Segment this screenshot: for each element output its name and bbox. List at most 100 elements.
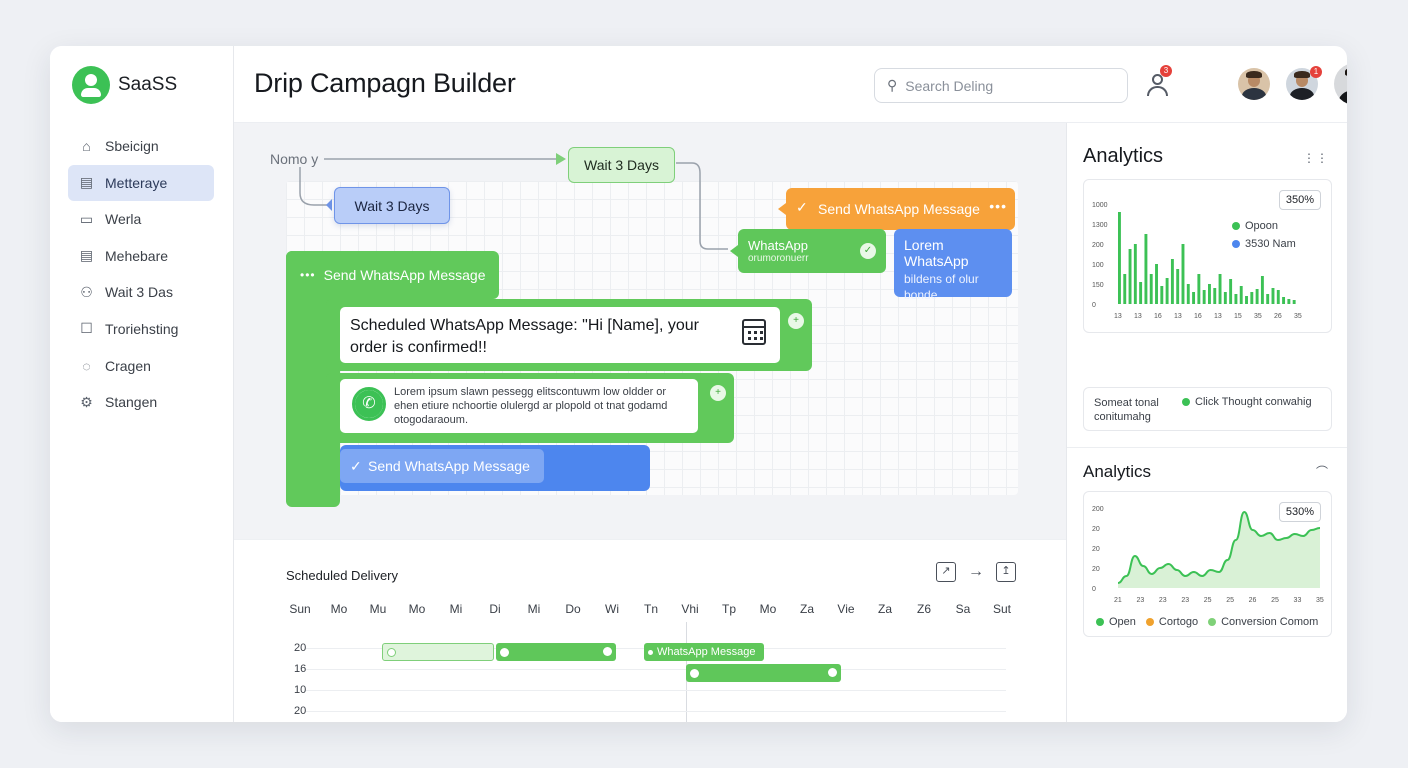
bar-mark (1186, 284, 1190, 304)
bar-mark (1181, 244, 1185, 304)
bar-mark (1218, 274, 1222, 304)
sidebar-item-metteraye[interactable]: ▤ Metteraye (68, 164, 214, 201)
avatar-shirt (1289, 88, 1315, 100)
node-label: Send WhatsApp Message (818, 201, 980, 217)
avatar-shirt (1339, 89, 1347, 105)
legend-swatch (1182, 398, 1190, 406)
app-window: SaaSS ⌂ Sbeicign ▤ Metteraye ▭ Werla ▤ M… (50, 46, 1347, 722)
sidebar-item-wait[interactable]: ⚇ Wait 3 Das (68, 274, 214, 310)
more-icon[interactable]: ••• (989, 198, 1007, 214)
search-input[interactable] (905, 77, 1106, 94)
bar-mark (1245, 296, 1248, 304)
bar-mark (1176, 269, 1180, 304)
x-tick-label: 33 (1294, 597, 1302, 604)
day-label: Do (565, 602, 581, 616)
day-label: Di (489, 602, 501, 616)
row-divider (306, 690, 1006, 691)
add-icon[interactable]: + (788, 313, 804, 329)
node-title: Lorem WhatsApp (904, 237, 969, 269)
day-label: Vie (837, 602, 855, 616)
sidebar-item-cragen[interactable]: ◌ Cragen (68, 348, 214, 384)
bar-handle-icon (387, 647, 396, 657)
drag-handle-icon[interactable]: ••• (300, 268, 316, 282)
brand[interactable]: SaaSS (72, 66, 177, 104)
schedule-bar[interactable] (382, 643, 494, 661)
bar-mark (1208, 284, 1211, 304)
user-menu-button[interactable]: 3 (1144, 65, 1172, 99)
day-label: Sut (992, 602, 1012, 616)
sidebar-nav: ⌂ Sbeicign ▤ Metteraye ▭ Werla ▤ Mehebar… (68, 128, 214, 421)
x-tick-label: 35 (1294, 313, 1302, 320)
sidebar-item-label: Wait 3 Das (105, 284, 173, 301)
node-label: Send WhatsApp Message (368, 458, 530, 474)
current-user-avatar[interactable] (1334, 63, 1347, 105)
bar-mark (1213, 288, 1217, 304)
bar-mark (1123, 274, 1127, 304)
add-icon[interactable]: + (710, 385, 726, 401)
section-title: Scheduled Delivery (286, 568, 399, 583)
legend-item: Conversion Comom (1208, 616, 1318, 628)
avatar-hair (1246, 71, 1262, 79)
scheduled-message-node[interactable]: Scheduled WhatsApp Message: "Hi [Name], … (326, 299, 812, 371)
arrow-right-icon[interactable]: → (968, 562, 984, 582)
sidebar-item-troriehsting[interactable]: ☐ Troriehsting (68, 311, 214, 347)
y-tick-label: 20 (1092, 546, 1100, 553)
more-icon[interactable]: ⋮⋮ (1303, 151, 1329, 165)
day-header: Sun Mo Mu Mo Mi Di Mi Do Wi Tn Vhi Tp Mo Za Vie Za Z6 Sa S… (286, 602, 1011, 618)
wait-node-left[interactable]: Wait 3 Days (334, 187, 450, 224)
y-tick-label: 1000 (1092, 202, 1108, 209)
bar-mark (1160, 286, 1164, 304)
x-tick-label: 35 (1316, 597, 1324, 604)
avatar[interactable] (1238, 68, 1270, 100)
wait-node-top[interactable]: Wait 3 Days (568, 147, 675, 183)
analytics-title-secondary: Analytics (1083, 462, 1152, 481)
schedule-bar-whatsapp[interactable]: WhatsApp Message (644, 643, 764, 661)
avatar-shirt (1241, 88, 1267, 100)
bar-mark (1139, 282, 1143, 304)
bar-label: WhatsApp Message (657, 646, 756, 658)
send-whatsapp-node-blue[interactable]: ✓ Send WhatsApp Message (340, 445, 650, 491)
day-label: Za (877, 602, 893, 616)
bar-mark (1128, 249, 1132, 304)
bar-handle-icon (603, 647, 612, 656)
analytics-title: Analytics (1083, 145, 1164, 167)
analytics-area-card: 530% 200 20 20 20 0 21 23 23 23 25 25 26 25 33 35 Open… (1083, 491, 1332, 637)
send-whatsapp-node-main[interactable]: ••• Send WhatsApp Message (286, 251, 499, 299)
day-label: Mi (527, 602, 541, 616)
send-whatsapp-node-orange[interactable]: ✓ Send WhatsApp Message ••• (786, 188, 1015, 230)
check-icon: ✓ (796, 199, 808, 215)
x-tick-label: 13 (1134, 313, 1142, 320)
bar-mark (1202, 290, 1206, 304)
sidebar-item-werla[interactable]: ▭ Werla (68, 201, 214, 237)
stats-card: Someat tonal conitumahg Click Thought co… (1083, 387, 1332, 431)
y-tick-label: 1300 (1092, 222, 1108, 229)
bar-mark (1292, 300, 1296, 304)
flow-canvas[interactable]: Nomo y Wait 3 Days Wait 3 Days ✓ Send Wh… (234, 123, 1066, 539)
settings-icon: ⚙ (80, 393, 93, 410)
lorem-whatsapp-node[interactable]: Lorem WhatsApp bildens of olur bonde (894, 229, 1012, 302)
search-box[interactable]: ⚲ (874, 68, 1128, 103)
sidebar-item-stangen[interactable]: ⚙ Stangen (68, 384, 214, 420)
schedule-bar[interactable] (686, 664, 841, 682)
y-tick-label: 200 (1092, 506, 1104, 513)
search-icon: ⚲ (887, 77, 898, 93)
calendar-icon[interactable] (742, 319, 766, 345)
x-tick-label: 25 (1226, 597, 1234, 604)
schedule-bar[interactable] (496, 643, 616, 661)
x-tick-label: 16 (1194, 313, 1202, 320)
x-tick-label: 15 (1234, 313, 1242, 320)
x-tick-label: 21 (1114, 597, 1122, 604)
export-icon[interactable]: ↥ (996, 562, 1016, 582)
section-divider (1067, 447, 1347, 448)
external-link-icon[interactable]: ↗ (936, 562, 956, 582)
send-whatsapp-button[interactable]: ✓ Send WhatsApp Message (340, 449, 544, 483)
whatsapp-message-node[interactable]: Lorem ipsum slawn pessegg elitscontuwm l… (326, 373, 734, 443)
sidebar-item-sbeicign[interactable]: ⌂ Sbeicign (68, 128, 214, 164)
sidebar-item-label: Werla (105, 211, 142, 228)
gauge-icon[interactable]: ⌒ (1316, 463, 1329, 480)
bar-mark (1133, 244, 1137, 304)
day-label: Mo (408, 602, 426, 616)
whatsapp-node-small[interactable]: WhatsApp orumoronuerr ✓ (738, 229, 886, 273)
sidebar-item-mehebare[interactable]: ▤ Mehebare (68, 238, 214, 274)
bar-handle-icon (690, 668, 699, 678)
